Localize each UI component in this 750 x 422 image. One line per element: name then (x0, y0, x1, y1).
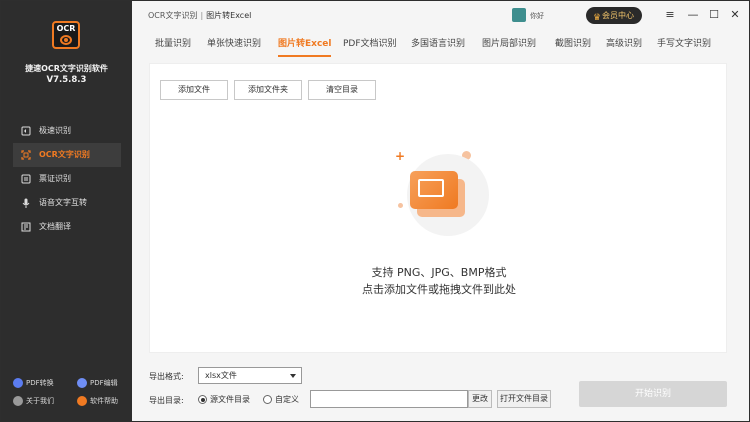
about-link[interactable]: 关于我们 (13, 395, 54, 407)
pdf-convert-link[interactable]: PDF转换 (13, 377, 54, 389)
tab-single-quick[interactable]: 单张快速识别 (207, 31, 261, 57)
speed-icon (21, 126, 31, 136)
decor-dot (398, 203, 403, 208)
radio-label: 源文件目录 (210, 395, 250, 404)
maximize-button[interactable]: ☐ (706, 7, 722, 23)
eye-icon (60, 35, 72, 45)
file-drop-panel[interactable]: 添加文件 添加文件夹 清空目录 + 支持 PNG、JPG、BMP格式 点击添加文… (149, 63, 727, 353)
vip-center-button[interactable]: ♛ 会员中心 (586, 7, 642, 24)
tab-batch[interactable]: 批量识别 (155, 31, 191, 57)
export-format-value: xlsx文件 (205, 371, 237, 380)
feature-tabs: 批量识别 单张快速识别 图片转Excel PDF文档识别 多国语言识别 图片局部… (149, 31, 729, 57)
sidebar-item-ocr[interactable]: OCR文字识别 (13, 143, 121, 167)
image-icon (410, 171, 458, 209)
add-file-button[interactable]: 添加文件 (160, 80, 228, 100)
radio-label: 自定义 (275, 395, 299, 404)
help-link[interactable]: 软件帮助 (77, 395, 118, 407)
sidebar-item-speed[interactable]: 极速识别 (13, 119, 121, 143)
link-label: PDF转换 (26, 379, 54, 387)
radio-custom-dir[interactable]: 自定义 (263, 394, 299, 406)
app-window: OCR 捷速OCR文字识别软件 V7.5.8.3 极速识别 OCR文字识别 票证… (0, 0, 750, 422)
export-dir-label: 导出目录: (149, 396, 184, 405)
minimize-button[interactable]: — (685, 7, 701, 23)
vip-label: 会员中心 (602, 11, 634, 20)
translate-icon (21, 222, 31, 232)
sidebar-item-label: 文档翻译 (39, 222, 71, 231)
close-button[interactable]: ✕ (727, 7, 743, 23)
app-name: 捷速OCR文字识别软件 (25, 64, 108, 73)
image-frame (418, 179, 444, 197)
upload-illustration[interactable]: + (395, 149, 495, 239)
add-folder-button[interactable]: 添加文件夹 (234, 80, 302, 100)
sidebar-nav: 极速识别 OCR文字识别 票证识别 语音文字互转 文档翻译 (13, 119, 121, 239)
tab-pdf[interactable]: PDF文档识别 (343, 31, 397, 57)
breadcrumb: OCR文字识别 | 图片转Excel (148, 10, 251, 21)
sidebar-item-voice[interactable]: 语音文字互转 (13, 191, 121, 215)
open-dir-button[interactable]: 打开文件目录 (497, 390, 551, 408)
link-label: 关于我们 (26, 397, 54, 405)
mic-icon (22, 198, 30, 208)
sidebar-item-label: 票证识别 (39, 174, 71, 183)
pdf-edit-icon (77, 378, 87, 388)
sidebar-item-label: 极速识别 (39, 126, 71, 135)
sidebar-item-label: 语音文字互转 (39, 198, 87, 207)
chevron-down-icon (290, 374, 296, 378)
tab-multilang[interactable]: 多国语言识别 (411, 31, 465, 57)
change-dir-button[interactable]: 更改 (468, 390, 492, 408)
breadcrumb-current: 图片转Excel (206, 11, 252, 20)
export-format-select[interactable]: xlsx文件 (198, 367, 302, 384)
link-label: PDF编辑 (90, 379, 118, 387)
app-version: V7.5.8.3 (46, 75, 87, 85)
radio-source-dir[interactable]: 源文件目录 (198, 394, 250, 406)
tab-advanced[interactable]: 高级识别 (606, 31, 642, 57)
user-name[interactable]: 你好 (530, 11, 544, 21)
export-path-input[interactable] (310, 390, 468, 408)
start-recognition-button[interactable]: 开始识别 (579, 381, 727, 407)
pdf-convert-icon (13, 378, 23, 388)
link-label: 软件帮助 (90, 397, 118, 405)
app-logo: OCR (52, 21, 80, 49)
drop-instruction: 点击添加文件或拖拽文件到此处 (362, 283, 516, 296)
tab-partial[interactable]: 图片局部识别 (482, 31, 536, 57)
ticket-icon (21, 174, 31, 184)
export-format-label: 导出格式: (149, 372, 184, 381)
radio-checked-icon (198, 395, 207, 404)
supported-formats-hint: 支持 PNG、JPG、BMP格式 (371, 266, 507, 279)
tab-image-to-excel[interactable]: 图片转Excel (278, 31, 332, 57)
radio-unchecked-icon (263, 395, 272, 404)
plus-icon: + (395, 149, 406, 163)
avatar[interactable] (512, 8, 526, 22)
help-icon (77, 396, 87, 406)
sidebar-item-translate[interactable]: 文档翻译 (13, 215, 121, 239)
tab-screenshot[interactable]: 截图识别 (555, 31, 591, 57)
sidebar: OCR 捷速OCR文字识别软件 V7.5.8.3 极速识别 OCR文字识别 票证… (1, 1, 132, 421)
breadcrumb-root[interactable]: OCR文字识别 (148, 11, 197, 20)
pdf-edit-link[interactable]: PDF编辑 (77, 377, 118, 389)
logo-text: OCR (56, 24, 76, 33)
about-icon (13, 396, 23, 406)
tab-handwriting[interactable]: 手写文字识别 (657, 31, 711, 57)
crown-icon: ♛ (593, 13, 602, 23)
clear-list-button[interactable]: 清空目录 (308, 80, 376, 100)
scan-icon (21, 150, 31, 160)
sidebar-item-label: OCR文字识别 (39, 150, 90, 159)
sidebar-item-ticket[interactable]: 票证识别 (13, 167, 121, 191)
breadcrumb-separator: | (200, 11, 204, 20)
menu-button[interactable]: ≡ (662, 7, 678, 23)
title-bar: OCR文字识别 | 图片转Excel 你好 ♛ 会员中心 ≡ — ☐ ✕ (132, 1, 749, 30)
